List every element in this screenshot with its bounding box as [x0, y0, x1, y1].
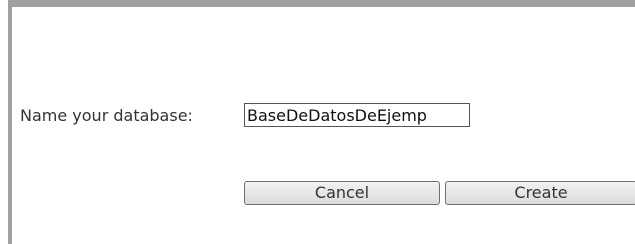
dialog-top-border [8, 0, 635, 7]
database-name-label: Name your database: [20, 106, 193, 125]
create-button[interactable]: Create [445, 181, 635, 205]
create-database-dialog: Name your database: Cancel Create [0, 0, 635, 244]
dialog-left-border [8, 0, 12, 244]
cancel-button[interactable]: Cancel [244, 181, 440, 205]
database-name-input[interactable] [244, 103, 470, 127]
